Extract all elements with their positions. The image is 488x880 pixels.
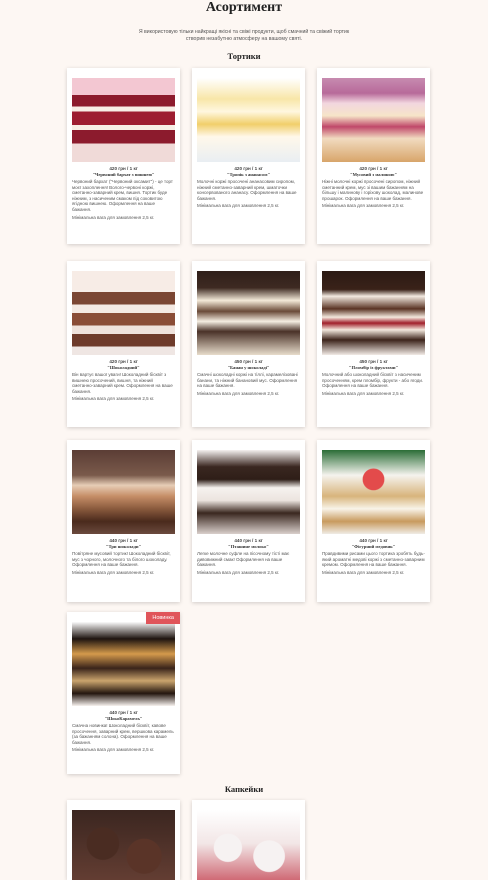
product-card[interactable]: Новинка 440 грн / 1 кг "ШокоКарамель" См…: [67, 612, 180, 774]
raspberry-mousse-cake-photo: [322, 78, 425, 162]
product-name: "ШокоКарамель": [104, 716, 143, 721]
cherry-cupcakes-photo: [197, 810, 300, 880]
product-name: "Червоний бархат з вишнею": [92, 172, 155, 177]
product-description: Молочний або шоколадний бісквіт з насиче…: [322, 372, 424, 389]
product-card[interactable]: [67, 800, 180, 880]
birds-milk-cake-photo: [197, 450, 300, 534]
chocolate-caramel-cake-photo: [72, 622, 175, 706]
product-description: Смачна новинка! Шоколадний бісквіт, каво…: [72, 723, 174, 745]
product-card[interactable]: 440 грн / 1 кг "Фігурний медовик" Правди…: [317, 440, 430, 602]
honey-cake-photo: [322, 450, 425, 534]
product-name: "Тропік з ананасом": [226, 172, 271, 177]
page-title: Асортимент: [205, 0, 283, 15]
minimum-weight-note: Мінімальна вага для замовлення 2,5 кг.: [72, 569, 155, 575]
product-description: Легке молочне суфле на пісочному тісті м…: [197, 551, 290, 568]
product-description: Він вартує вашої уваги! Шоколадний біскв…: [72, 372, 173, 394]
section-title-cakes: Тортики: [227, 51, 261, 61]
product-card[interactable]: 420 грн / 1 кг "Тропік з ананасом" Молоч…: [192, 68, 305, 244]
minimum-weight-note: Мінімальна вага для замовлення 2,5 кг.: [72, 396, 155, 402]
product-name: "Банан у шоколаді": [227, 365, 270, 370]
assortment-page: Асортимент Я використовую тільки найкращ…: [0, 0, 488, 880]
product-card[interactable]: 440 грн / 1 кг "Три шоколади" Повітряне …: [67, 440, 180, 602]
red-velvet-cake-photo: [72, 78, 175, 162]
intro-text: Я використовую тільки найкращі якісні та…: [138, 29, 350, 42]
product-price: 420 грн / 1 кг: [359, 166, 388, 171]
fruit-ice-cream-cake-photo: [322, 271, 425, 355]
minimum-weight-note: Мінімальна вага для замовлення 2,5 кг.: [72, 214, 155, 220]
product-price: 420 грн / 1 кг: [109, 359, 138, 364]
three-chocolates-cake-photo: [72, 450, 175, 534]
product-price: 440 грн / 1 кг: [109, 538, 138, 543]
product-card[interactable]: 420 грн / 1 кг "Мусовий з малиною" Ніжні…: [317, 68, 430, 244]
product-card[interactable]: 420 грн / 1 кг "Червоний бархат з вишнею…: [67, 68, 180, 244]
new-badge: Новинка: [146, 612, 180, 624]
product-price: 420 грн / 1 кг: [109, 166, 138, 171]
product-description: Червоний бархат ("Червоний оксамит") - ц…: [72, 179, 173, 212]
product-card[interactable]: 440 грн / 1 кг "Пташине молоко" Легке мо…: [192, 440, 305, 602]
minimum-weight-note: Мінімальна вага для замовлення 2,5 кг.: [322, 390, 405, 396]
minimum-weight-note: Мінімальна вага для замовлення 2,5 кг.: [322, 203, 405, 209]
product-description: Молочні коржі просочені ананасовим сироп…: [197, 179, 297, 201]
chocolate-cherry-cake-photo: [72, 271, 175, 355]
product-name: "Фігурний медовик": [351, 544, 396, 549]
product-price: 440 грн / 1 кг: [234, 538, 263, 543]
pineapple-cake-photo: [197, 78, 300, 162]
product-price: 420 грн / 1 кг: [234, 166, 263, 171]
product-card[interactable]: 420 грн / 1 кг "Шоколадний" Він вартує в…: [67, 261, 180, 427]
product-card[interactable]: 450 грн / 1 кг "Пломбір із фруктами" Мол…: [317, 261, 430, 427]
product-description: Смачні шоколадні коржі на тіллі, карамел…: [197, 372, 298, 389]
minimum-weight-note: Мінімальна вага для замовлення 2,5 кг.: [197, 203, 280, 209]
product-description: Ніжні молочні коржі просочені сиропом, н…: [322, 179, 424, 201]
product-name: "Три шоколади": [105, 544, 142, 549]
product-name: "Пломбір із фруктами": [348, 365, 399, 370]
product-price: 450 грн / 1 кг: [359, 359, 388, 364]
product-description: Повітряне мусовий тортик! Шоколадний біс…: [72, 551, 171, 568]
minimum-weight-note: Мінімальна вага для замовлення 2,5 кг.: [72, 747, 155, 753]
product-name: "Мусовий з малиною": [350, 172, 397, 177]
product-description: Правдивими рисами цього тортика зробять …: [322, 551, 425, 568]
product-price: 440 грн / 1 кг: [359, 538, 388, 543]
section-title-cupcakes: Капкейки: [224, 784, 264, 794]
chocolate-cupcakes-photo: [72, 810, 175, 880]
product-card[interactable]: [192, 800, 305, 880]
product-price: 440 грн / 1 кг: [109, 710, 138, 715]
minimum-weight-note: Мінімальна вага для замовлення 2,5 кг.: [322, 569, 405, 575]
product-price: 450 грн / 1 кг: [234, 359, 263, 364]
minimum-weight-note: Мінімальна вага для замовлення 2,5 кг.: [197, 569, 280, 575]
minimum-weight-note: Мінімальна вага для замовлення 2,5 кг.: [197, 390, 280, 396]
product-name: "Пташине молоко": [228, 544, 269, 549]
product-name: "Шоколадний": [107, 365, 140, 370]
banana-chocolate-cake-photo: [197, 271, 300, 355]
product-card[interactable]: 450 грн / 1 кг "Банан у шоколаді" Смачні…: [192, 261, 305, 427]
